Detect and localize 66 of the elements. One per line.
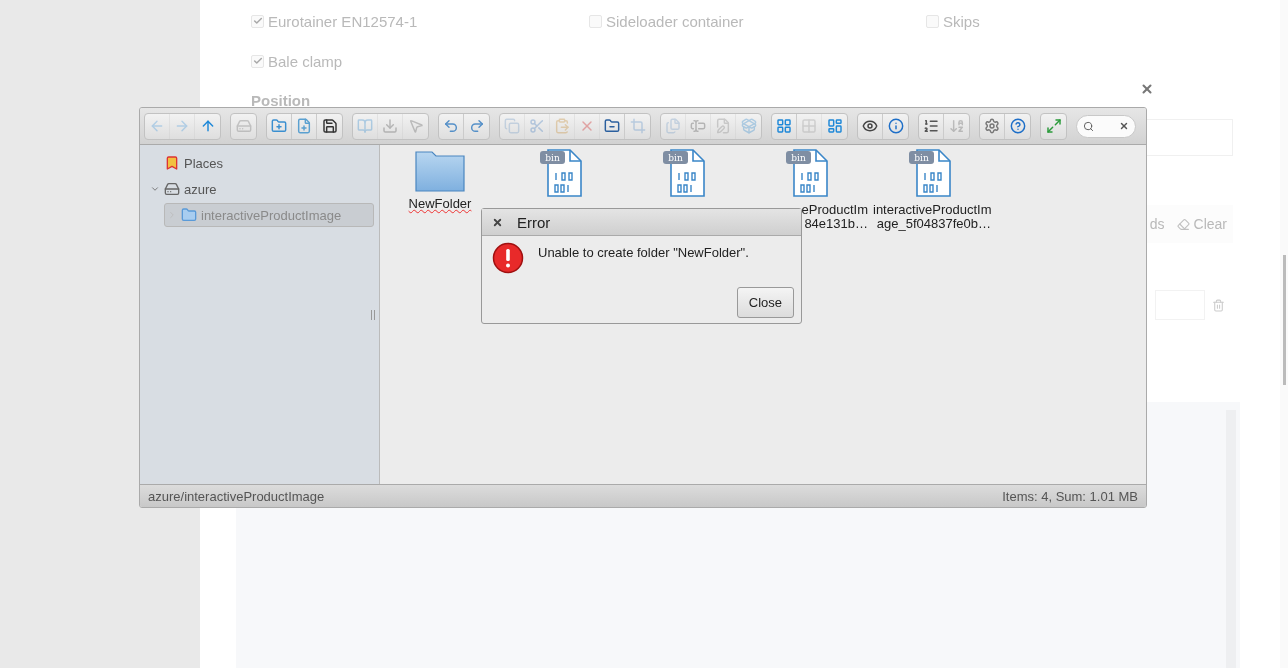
text-cursor-icon: [690, 118, 706, 134]
option-label: Skips: [943, 12, 980, 30]
drive-icon: [235, 118, 252, 134]
file-plus-icon: [296, 118, 312, 134]
check-icon: [252, 16, 263, 26]
checkbox[interactable]: [589, 14, 602, 28]
eraser-icon: [1176, 217, 1190, 231]
download-icon: [382, 118, 398, 134]
checkbox[interactable]: [251, 54, 264, 68]
close-icon[interactable]: [492, 216, 503, 228]
undo-icon: [443, 118, 459, 134]
file-name[interactable]: interactiveProductIm age_5f04837fe0b…: [873, 203, 991, 231]
bookmark-icon: [164, 155, 180, 171]
help-icon: [1009, 118, 1026, 134]
cursor-icon: [407, 118, 424, 134]
fullscreen-icon: [1045, 118, 1062, 134]
checkbox[interactable]: [251, 14, 264, 28]
scrollbar-thumb[interactable]: [1283, 255, 1286, 385]
grid-icon: [801, 118, 817, 134]
file-name[interactable]: NewFolder: [408, 197, 472, 211]
clipboard-icon: [554, 118, 570, 134]
eye-icon: [862, 118, 878, 134]
action-button[interactable]: ds: [1143, 205, 1171, 243]
close-button[interactable]: Close: [736, 287, 794, 318]
clear-button[interactable]: Clear: [1170, 205, 1233, 243]
search-field[interactable]: [1076, 114, 1136, 138]
folder-icon: [181, 207, 197, 223]
option-label: Bale clamp: [268, 52, 343, 70]
error-icon: [492, 242, 524, 274]
list-icon: [923, 118, 939, 134]
trash-icon[interactable]: [1212, 298, 1225, 312]
checkbox[interactable]: [926, 14, 939, 28]
book-icon: [357, 118, 373, 134]
caret-icon[interactable]: [150, 184, 160, 194]
folder-minus-icon: [604, 118, 620, 134]
option-label: Sideloader container: [606, 12, 744, 30]
delete-icon: [579, 118, 595, 134]
folder-plus-icon: [271, 118, 287, 134]
error-message: Unable to create folder "NewFolder".: [538, 244, 749, 262]
path-text: azure/interactiveProductImage: [148, 488, 325, 504]
check-icon: [252, 56, 263, 66]
dialog-title: Error: [517, 213, 551, 231]
settings-icon: [984, 118, 1000, 134]
scissors-icon: [529, 118, 545, 134]
files-icon: [665, 118, 681, 134]
clear-icon[interactable]: [1119, 121, 1129, 131]
tree-item[interactable]: interactiveProductImage: [164, 203, 374, 227]
tree-item[interactable]: Places: [147, 151, 374, 175]
tree-item[interactable]: azure: [147, 177, 374, 201]
layout-icon: [826, 118, 843, 134]
drive-icon: [164, 181, 180, 197]
package-icon: [740, 118, 757, 134]
sort-icon: [948, 118, 965, 134]
copy-icon: [504, 118, 520, 134]
crop-icon: [629, 118, 646, 134]
grid-icon: [776, 118, 792, 134]
option-label: Eurotainer EN12574-1: [268, 12, 418, 30]
info-icon: [887, 118, 904, 134]
folder-icon[interactable]: [415, 148, 465, 192]
close-icon[interactable]: [1140, 82, 1154, 96]
section-title: Position: [251, 92, 312, 109]
resize-handle[interactable]: [371, 310, 375, 320]
summary-text: Items: 4, Sum: 1.01 MB: [1002, 488, 1138, 504]
search-icon: [1083, 120, 1094, 132]
file-pen-icon: [715, 118, 731, 134]
redo-icon: [468, 118, 485, 134]
